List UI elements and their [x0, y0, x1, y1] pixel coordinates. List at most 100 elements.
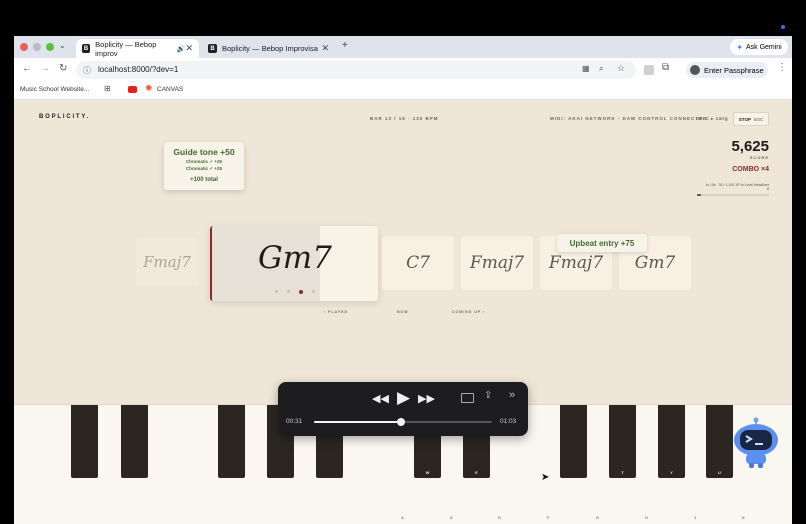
extensions-puzzle-icon[interactable]: ⧉	[662, 62, 669, 73]
ask-gemini-button[interactable]: ✦ Ask Gemini	[730, 39, 788, 55]
white-key-label: D	[498, 515, 501, 520]
black-key[interactable]: Y	[658, 405, 685, 478]
timeline-coming-label: COMING UP ›	[452, 310, 486, 314]
score-panel: 5,625 SCORE COMBO ×4	[731, 138, 769, 173]
bar-status: BAR 13 / 16 · 130 BPM	[370, 116, 439, 121]
maximize-window-icon[interactable]	[46, 43, 54, 51]
white-key[interactable]	[159, 405, 210, 524]
tab-search-chevron-icon[interactable]: ⌄	[59, 41, 66, 50]
level-progress-fill	[697, 194, 701, 196]
picture-in-picture-icon[interactable]	[461, 393, 474, 403]
score-label: SCORE	[749, 155, 769, 160]
status-dot-icon	[781, 25, 785, 29]
robot-mascot-icon[interactable]	[732, 416, 780, 468]
app-logo: BOPLICITY.	[39, 114, 91, 120]
stop-key-hint: ESC	[753, 116, 764, 122]
beat-dot	[287, 290, 290, 293]
white-key-label: F	[547, 515, 550, 520]
beat-dot	[275, 290, 278, 293]
new-tab-button[interactable]: +	[342, 40, 348, 51]
extra-status: D▾+C ▸ 1m/g	[696, 116, 729, 121]
canvas-logo-icon: ✺	[145, 83, 153, 93]
black-key[interactable]	[121, 405, 148, 478]
rewind-icon[interactable]: ◀◀	[372, 392, 389, 405]
minimize-window-icon[interactable]	[33, 43, 41, 51]
media-seek-handle[interactable]	[397, 418, 406, 426]
apps-grid-icon[interactable]: ⊞	[104, 84, 111, 93]
boplicity-favicon-icon: B	[208, 44, 217, 53]
score-value: 5,625	[731, 138, 769, 155]
level-note-text: to 10k · 30 / 1,100 XP to Level Headline…	[706, 183, 769, 187]
install-app-icon[interactable]: ▦	[582, 64, 590, 73]
beat-dot	[312, 290, 315, 293]
enter-passphrase-button[interactable]: Enter Passphrase	[686, 62, 768, 78]
stop-button[interactable]: STOP ESC	[733, 112, 769, 126]
midi-status: MIDI: AKAI NETWORK - DAW CONTROL CONNECT…	[550, 116, 708, 121]
guide-line-1: Chromatic ✓ +25	[185, 159, 223, 164]
close-tab-icon[interactable]: ✕	[321, 43, 329, 54]
level-progress-bar	[697, 194, 769, 196]
zoom-icon[interactable]: ⌕	[599, 64, 603, 74]
mouse-cursor-icon: ➤	[541, 472, 550, 483]
white-key-label: A	[401, 515, 404, 520]
url-text[interactable]: localhost:8000/?dev=1	[98, 65, 178, 74]
media-seek-bar[interactable]	[314, 418, 492, 426]
bookmark-star-icon[interactable]: ☆	[617, 63, 625, 74]
black-key[interactable]: T	[609, 405, 636, 478]
black-key[interactable]	[560, 405, 587, 478]
browser-toolbar: ← → ↻ ⓘ localhost:8000/?dev=1 ▦ ⌕ ☆ ⧉ En…	[14, 58, 792, 82]
stop-label: STOP	[738, 116, 751, 122]
close-tab-icon[interactable]: ✕	[185, 43, 193, 54]
audio-playing-icon[interactable]: 🔊	[177, 45, 186, 53]
tab-title: Boplicity — Bebop improv	[95, 39, 157, 58]
white-key[interactable]	[14, 405, 64, 524]
bookmarks-bar: Music School Website... ⊞ ✺ CANVAS	[14, 82, 792, 100]
youtube-icon[interactable]	[128, 86, 137, 93]
gemini-sparkle-icon: ✦	[736, 42, 743, 52]
forward-arrow-icon[interactable]: →	[40, 63, 50, 74]
guide-tone-popup: Guide tone +50 Chromatic ✓ +25 Chromatic…	[164, 142, 244, 190]
black-key[interactable]: U	[706, 405, 733, 478]
address-bar[interactable]: ⓘ localhost:8000/?dev=1 ▦ ⌕ ☆	[76, 61, 636, 79]
passphrase-label: Enter Passphrase	[704, 65, 764, 75]
black-key[interactable]	[71, 405, 98, 478]
guide-line-2: Chromatic ✓ +25	[185, 166, 223, 171]
share-icon[interactable]: ⇪	[484, 390, 492, 401]
combo-counter: COMBO ×4	[732, 166, 769, 173]
white-key-label: G	[596, 515, 600, 520]
chord-card-played: Fmaj7	[136, 238, 198, 286]
media-seek-fill	[314, 421, 402, 423]
chord-card-upcoming-1: C7	[382, 236, 454, 290]
fast-forward-icon[interactable]: ▶▶	[418, 392, 435, 405]
tab-boplicity-active[interactable]: B Boplicity — Bebop improv 🔊 ✕	[76, 39, 199, 58]
white-key-label: H	[645, 515, 648, 520]
chord-card-now: Gm7	[210, 226, 378, 301]
tab-title: Boplicity — Bebop Improvisa	[222, 44, 318, 53]
media-current-time: 00:31	[286, 418, 303, 425]
play-icon[interactable]: ▶	[397, 388, 410, 408]
chord-now-name: Gm7	[258, 240, 332, 276]
guide-tone-title: Guide tone +50	[173, 147, 235, 157]
reload-icon[interactable]: ↻	[59, 63, 67, 74]
back-arrow-icon[interactable]: ←	[22, 63, 32, 74]
guide-total: +100 total	[190, 177, 218, 183]
expand-icon[interactable]: »	[509, 389, 515, 401]
extension-icon[interactable]	[644, 65, 654, 75]
boplicity-favicon-icon: B	[82, 44, 91, 53]
timeline-played-label: ‹ PLAYED	[324, 310, 349, 314]
black-key[interactable]	[218, 405, 245, 478]
ask-gemini-label: Ask Gemini	[745, 43, 782, 51]
bookmark-music-school[interactable]: Music School Website...	[20, 86, 89, 93]
browser-menu-icon[interactable]: ⋮	[777, 62, 787, 73]
media-controls-overlay: ◀◀ ▶ ▶▶ ⇪ » 00:31 01:03	[278, 382, 528, 436]
level-progress-value: 8	[767, 187, 769, 191]
white-key-label: S	[450, 515, 453, 520]
upbeat-entry-popup: Upbeat entry +75	[557, 234, 647, 252]
bookmark-canvas[interactable]: CANVAS	[157, 86, 183, 93]
beat-indicator	[212, 290, 378, 294]
site-info-icon[interactable]: ⓘ	[83, 65, 91, 76]
tab-boplicity-second[interactable]: B Boplicity — Bebop Improvisa ✕	[202, 39, 335, 58]
close-window-icon[interactable]	[20, 43, 28, 51]
timeline-now-label: NOW	[397, 310, 409, 314]
chord-card-upcoming-2: Fmaj7	[461, 236, 533, 290]
